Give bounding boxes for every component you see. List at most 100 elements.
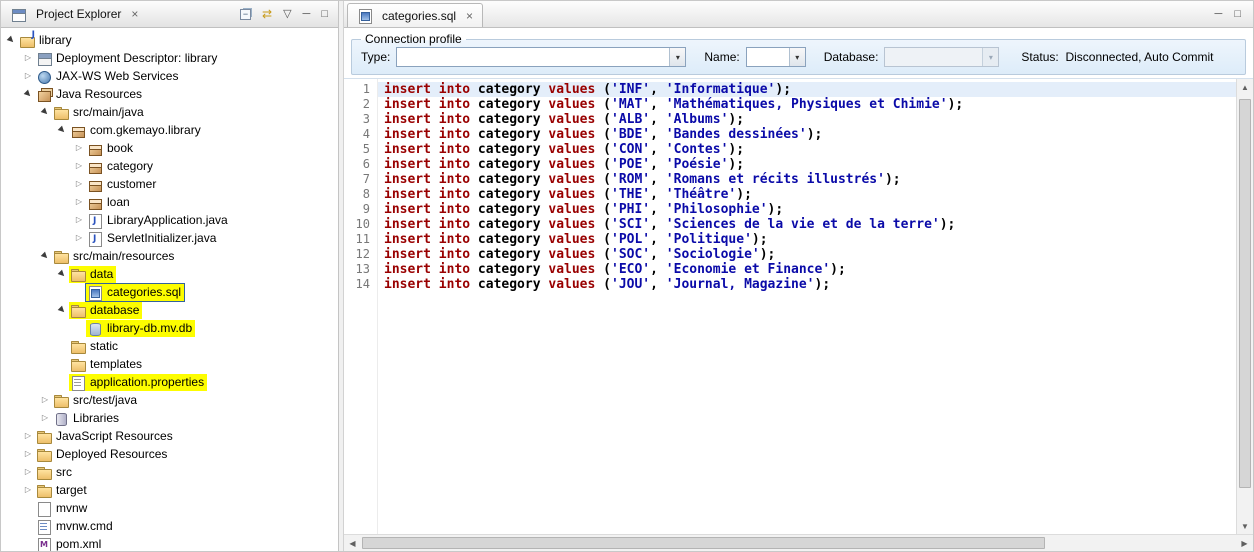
- horizontal-scrollbar[interactable]: ◀ ▶: [344, 534, 1253, 551]
- horizontal-scroll-thumb[interactable]: [362, 537, 1045, 549]
- code-line[interactable]: insert into category values ('SCI', 'Sci…: [378, 217, 1236, 232]
- tree-item-libraries[interactable]: ▷Libraries: [1, 409, 338, 427]
- sql-punct: (: [595, 172, 611, 187]
- libraries-icon: [53, 411, 69, 426]
- tree-item-deployment-descriptor-library[interactable]: ▷Deployment Descriptor: library: [1, 49, 338, 67]
- collapse-arrow-icon[interactable]: ▶: [37, 104, 53, 120]
- close-icon[interactable]: ×: [466, 9, 473, 23]
- vertical-scroll-thumb[interactable]: [1239, 99, 1251, 488]
- expand-arrow-icon[interactable]: ▷: [21, 468, 35, 476]
- expand-arrow-icon[interactable]: ▷: [72, 162, 86, 170]
- code-line[interactable]: insert into category values ('ECO', 'Eco…: [378, 262, 1236, 277]
- sql-punct: ,: [650, 217, 666, 232]
- tree-item-src[interactable]: ▷src: [1, 463, 338, 481]
- sql-code[interactable]: insert into category values ('INF', 'Inf…: [378, 79, 1236, 534]
- code-line[interactable]: insert into category values ('POL', 'Pol…: [378, 232, 1236, 247]
- sql-string: 'Contes': [666, 142, 729, 157]
- maximize-icon[interactable]: □: [1234, 9, 1241, 20]
- expand-arrow-icon[interactable]: ▷: [72, 144, 86, 152]
- scroll-left-icon[interactable]: ◀: [344, 539, 361, 548]
- expand-arrow-icon[interactable]: ▷: [38, 414, 52, 422]
- tree-item-library-db-mv-db[interactable]: library-db.mv.db: [1, 319, 338, 337]
- code-line[interactable]: insert into category values ('CON', 'Con…: [378, 142, 1236, 157]
- code-line[interactable]: insert into category values ('INF', 'Inf…: [378, 82, 1236, 97]
- code-line[interactable]: insert into category values ('SOC', 'Soc…: [378, 247, 1236, 262]
- code-line[interactable]: insert into category values ('ALB', 'Alb…: [378, 112, 1236, 127]
- chevron-down-icon[interactable]: ▾: [789, 48, 805, 66]
- tree-item-libraryapplication-java[interactable]: ▷LibraryApplication.java: [1, 211, 338, 229]
- collapse-all-icon[interactable]: −: [240, 9, 251, 20]
- code-line[interactable]: insert into category values ('ROM', 'Rom…: [378, 172, 1236, 187]
- expand-arrow-icon[interactable]: ▷: [72, 180, 86, 188]
- expand-arrow-icon[interactable]: ▷: [21, 432, 35, 440]
- code-line[interactable]: insert into category values ('POE', 'Poé…: [378, 157, 1236, 172]
- expand-arrow-icon[interactable]: ▷: [72, 198, 86, 206]
- expand-arrow-icon[interactable]: ▷: [21, 54, 35, 62]
- view-menu-icon[interactable]: ▽: [283, 9, 291, 20]
- collapse-arrow-icon[interactable]: ▶: [54, 302, 70, 318]
- expand-arrow-icon[interactable]: ▷: [21, 450, 35, 458]
- minimize-icon[interactable]: ─: [1215, 9, 1223, 20]
- tree-item-src-main-resources[interactable]: ▶src/main/resources: [1, 247, 338, 265]
- tree-item-library[interactable]: ▶library: [1, 31, 338, 49]
- scroll-down-icon[interactable]: ▼: [1237, 518, 1253, 534]
- tree-item-book[interactable]: ▷book: [1, 139, 338, 157]
- collapse-arrow-icon[interactable]: ▶: [20, 86, 36, 102]
- tree-item-pom-xml[interactable]: pom.xml: [1, 535, 338, 551]
- editor-tab-categories-sql[interactable]: categories.sql ×: [347, 3, 483, 27]
- expand-arrow-icon[interactable]: ▷: [72, 216, 86, 224]
- scroll-right-icon[interactable]: ▶: [1236, 539, 1253, 548]
- tree-item-static[interactable]: static: [1, 337, 338, 355]
- code-line[interactable]: insert into category values ('JOU', 'Jou…: [378, 277, 1236, 292]
- tree-item-com-gkemayo-library[interactable]: ▶com.gkemayo.library: [1, 121, 338, 139]
- scroll-up-icon[interactable]: ▲: [1237, 79, 1253, 95]
- tree-item-src-test-java[interactable]: ▷src/test/java: [1, 391, 338, 409]
- tree-item-mvnw[interactable]: mvnw: [1, 499, 338, 517]
- tree-item-deployed-resources[interactable]: ▷Deployed Resources: [1, 445, 338, 463]
- tree-item-templates[interactable]: templates: [1, 355, 338, 373]
- collapse-arrow-icon[interactable]: ▶: [54, 266, 70, 282]
- tree-item-target[interactable]: ▷target: [1, 481, 338, 499]
- vertical-scrollbar[interactable]: ▲ ▼: [1236, 79, 1253, 534]
- folder-icon: [70, 303, 86, 318]
- name-combo[interactable]: ▾: [746, 47, 806, 67]
- tree-item-application-properties[interactable]: application.properties: [1, 373, 338, 391]
- expand-arrow-icon[interactable]: ▷: [38, 396, 52, 404]
- tree-item-servletinitializer-java[interactable]: ▷ServletInitializer.java: [1, 229, 338, 247]
- maximize-icon[interactable]: □: [321, 9, 328, 20]
- tree-item-jax-ws-web-services[interactable]: ▷JAX-WS Web Services: [1, 67, 338, 85]
- horizontal-scroll-track[interactable]: [361, 535, 1236, 551]
- code-line[interactable]: insert into category values ('PHI', 'Phi…: [378, 202, 1236, 217]
- sql-punct: ,: [650, 172, 666, 187]
- chevron-down-icon[interactable]: ▾: [669, 48, 685, 66]
- project-explorer-tab[interactable]: Project Explorer ×: [5, 1, 144, 27]
- tree-item-mvnw-cmd[interactable]: mvnw.cmd: [1, 517, 338, 535]
- tree-item-loan[interactable]: ▷loan: [1, 193, 338, 211]
- tree-item-java-resources[interactable]: ▶Java Resources: [1, 85, 338, 103]
- tree-item-javascript-resources[interactable]: ▷JavaScript Resources: [1, 427, 338, 445]
- collapse-arrow-icon[interactable]: ▶: [3, 32, 19, 48]
- code-line[interactable]: insert into category values ('BDE', 'Ban…: [378, 127, 1236, 142]
- code-line[interactable]: insert into category values ('THE', 'Thé…: [378, 187, 1236, 202]
- tree-item-src-main-java[interactable]: ▶src/main/java: [1, 103, 338, 121]
- tree-item-categories-sql[interactable]: categories.sql: [1, 283, 338, 301]
- vertical-scroll-track[interactable]: [1237, 95, 1253, 518]
- sql-string: 'MAT': [611, 97, 650, 112]
- minimize-icon[interactable]: ─: [303, 9, 311, 20]
- expand-arrow-icon[interactable]: ▷: [21, 486, 35, 494]
- code-line[interactable]: insert into category values ('MAT', 'Mat…: [378, 97, 1236, 112]
- expand-arrow-icon[interactable]: ▷: [21, 72, 35, 80]
- tree-item-category[interactable]: ▷category: [1, 157, 338, 175]
- sql-string: 'Sciences de la vie et de la terre': [666, 217, 940, 232]
- tree-item-label: library-db.mv.db: [107, 321, 192, 335]
- collapse-arrow-icon[interactable]: ▶: [54, 122, 70, 138]
- collapse-arrow-icon[interactable]: ▶: [37, 248, 53, 264]
- expand-arrow-icon[interactable]: ▷: [72, 234, 86, 242]
- close-icon[interactable]: ×: [131, 7, 138, 21]
- sql-punct: );: [940, 217, 956, 232]
- tree-item-data[interactable]: ▶data: [1, 265, 338, 283]
- type-combo[interactable]: ▾: [396, 47, 686, 67]
- link-with-editor-icon[interactable]: ⇄: [262, 8, 272, 20]
- tree-item-database[interactable]: ▶database: [1, 301, 338, 319]
- tree-item-customer[interactable]: ▷customer: [1, 175, 338, 193]
